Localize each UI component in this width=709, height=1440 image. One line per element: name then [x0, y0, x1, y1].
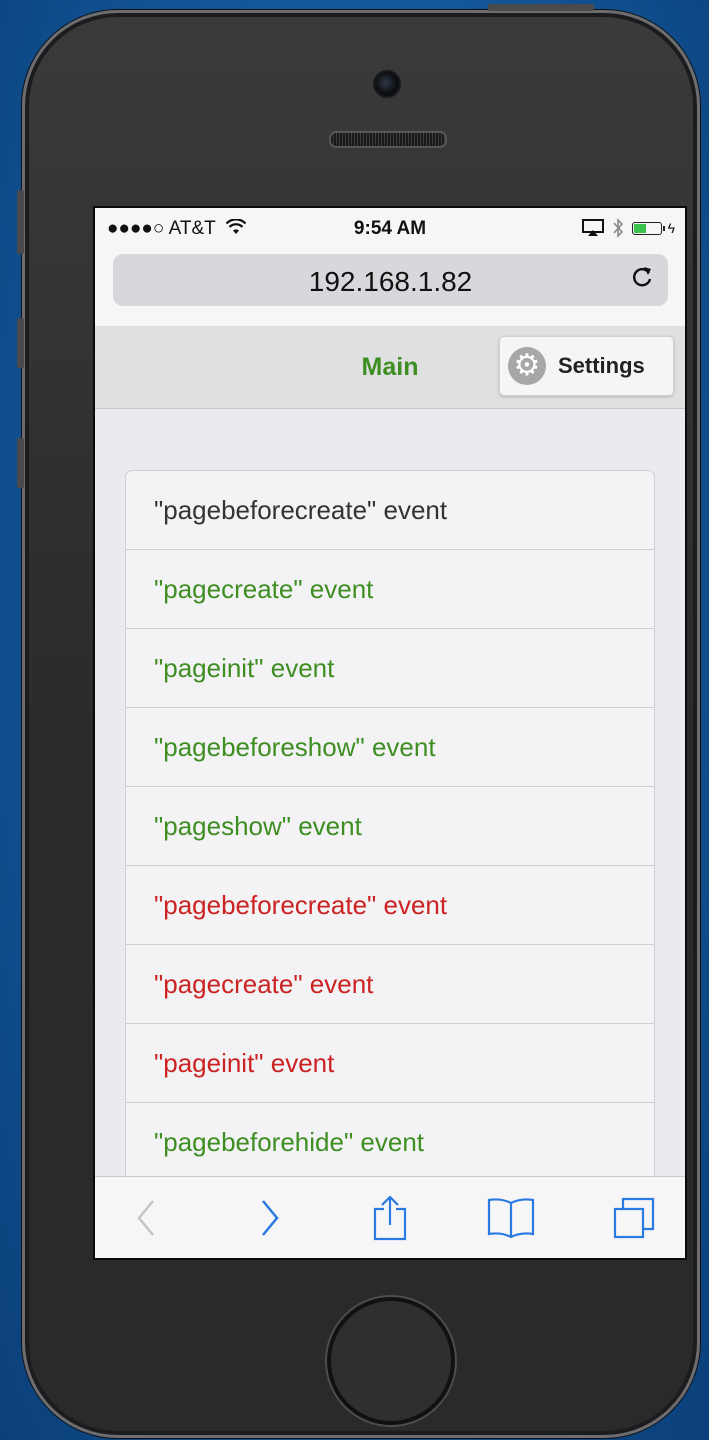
volume-up-button — [17, 318, 24, 368]
status-right-icons: ϟ — [581, 218, 675, 238]
browser-chrome: ●●●●○ AT&T 9:54 AM ϟ 192.168.1.82 — [95, 208, 685, 327]
event-list-item: "pageshow" event — [126, 787, 654, 866]
gear-icon: ⚙ — [508, 347, 546, 385]
event-list-item: "pagebeforeshow" event — [126, 708, 654, 787]
home-button[interactable] — [327, 1297, 455, 1425]
event-list-item: "pagecreate" event — [126, 550, 654, 629]
back-icon[interactable] — [123, 1195, 173, 1241]
bluetooth-icon — [612, 218, 623, 238]
earpiece-speaker — [329, 131, 447, 148]
power-button — [488, 4, 594, 11]
settings-label: Settings — [558, 353, 645, 378]
event-list-item: "pageinit" event — [126, 629, 654, 708]
bookmarks-icon[interactable] — [486, 1195, 536, 1241]
event-list-item: "pagebeforehide" event — [154, 1127, 425, 1157]
event-list-item: "pageinit" event — [126, 1024, 654, 1103]
status-bar: ●●●●○ AT&T 9:54 AM ϟ — [95, 208, 685, 246]
browser-toolbar — [95, 1176, 685, 1258]
event-list-item: "pagecreate" event — [126, 945, 654, 1024]
volume-down-button — [17, 438, 24, 488]
charging-icon: ϟ — [667, 220, 675, 236]
page-header: Main ⚙ Settings — [95, 326, 685, 409]
address-bar[interactable]: 192.168.1.82 — [113, 254, 668, 306]
front-camera — [373, 70, 401, 98]
battery-icon — [631, 221, 665, 235]
event-list: "pagebeforecreate" event "pagecreate" eve… — [125, 470, 655, 1183]
tabs-icon[interactable] — [609, 1195, 659, 1241]
settings-button[interactable]: ⚙ Settings — [499, 336, 674, 396]
forward-icon[interactable] — [243, 1195, 293, 1241]
phone-frame: ●●●●○ AT&T 9:54 AM ϟ 192.168.1.82 Main ⚙… — [22, 10, 700, 1438]
event-list-item: "pagebeforecreate" event — [126, 471, 654, 550]
phone-screen: ●●●●○ AT&T 9:54 AM ϟ 192.168.1.82 Main ⚙… — [93, 206, 687, 1260]
mute-switch — [17, 190, 24, 254]
url-text[interactable]: 192.168.1.82 — [113, 266, 668, 298]
share-icon[interactable] — [365, 1195, 415, 1241]
event-list-item: "pagebeforecreate" event — [126, 866, 654, 945]
airplay-icon — [581, 219, 604, 236]
reload-icon[interactable] — [630, 264, 654, 297]
